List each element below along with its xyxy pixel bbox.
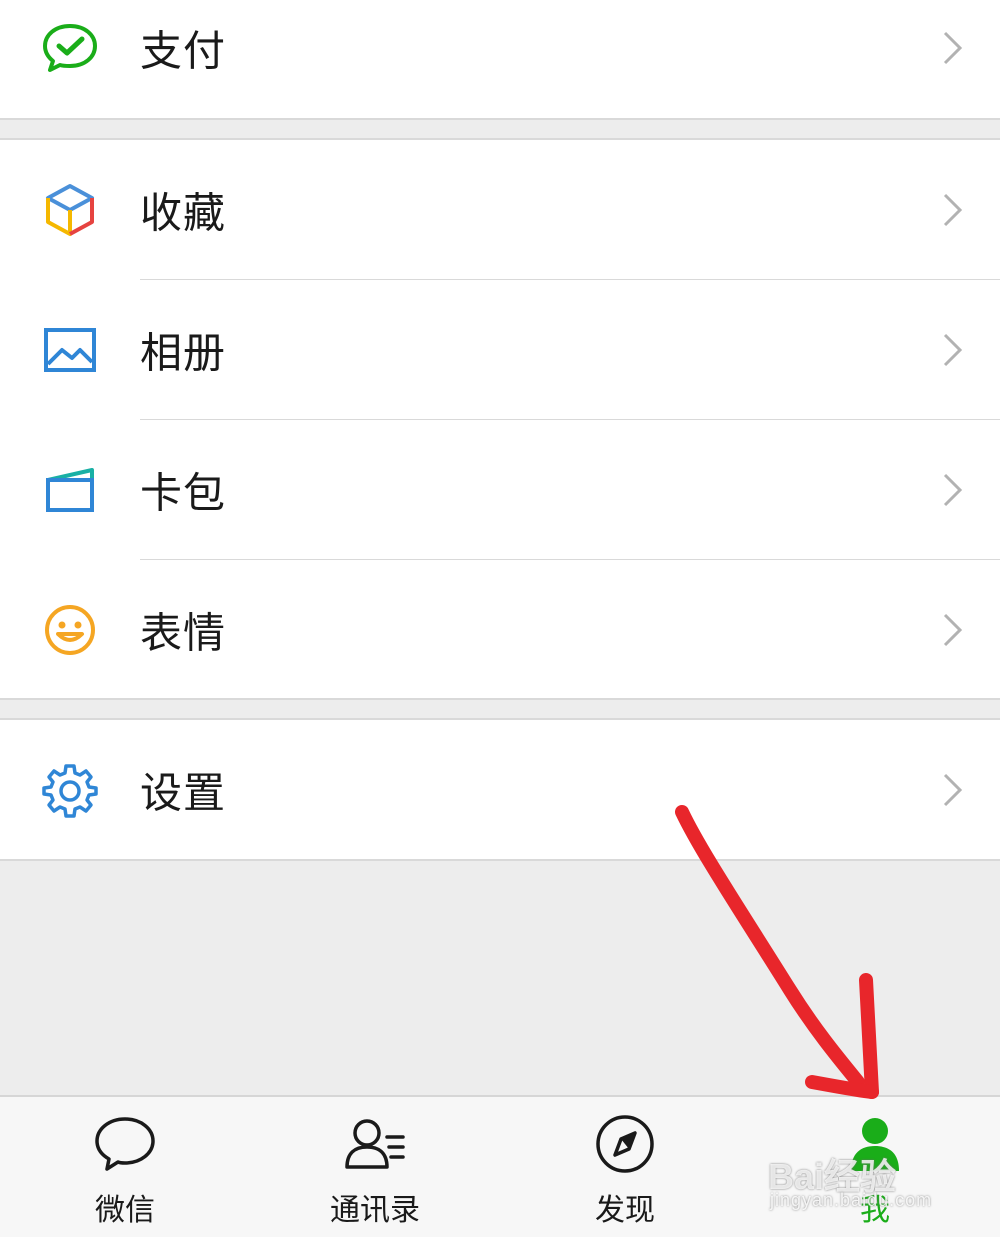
- pay-icon: [40, 18, 100, 78]
- chevron-right-icon: [942, 332, 964, 368]
- tab-label-contacts: 通讯录: [330, 1193, 420, 1228]
- menu-row-cards[interactable]: 卡包: [0, 420, 1000, 560]
- chevron-right-icon: [942, 612, 964, 648]
- section-settings: 设置: [0, 720, 1000, 860]
- smiley-icon: [40, 600, 100, 660]
- compass-icon: [593, 1113, 657, 1175]
- menu-row-album[interactable]: 相册: [0, 280, 1000, 420]
- wallet-icon: [40, 460, 100, 520]
- tab-chats[interactable]: 微信: [0, 1097, 250, 1237]
- section-divider: [0, 698, 1000, 700]
- chevron-right-icon: [942, 472, 964, 508]
- section-divider: [0, 718, 1000, 720]
- tab-discover[interactable]: 发现: [500, 1097, 750, 1237]
- gear-icon: [40, 760, 100, 820]
- section-divider: [0, 859, 1000, 861]
- menu-label-settings: 设置: [140, 768, 227, 818]
- menu-label-cards: 卡包: [140, 468, 227, 518]
- tab-label-chats: 微信: [95, 1193, 155, 1228]
- menu-row-stickers[interactable]: 表情: [0, 560, 1000, 700]
- menu-row-pay[interactable]: 支付: [0, 0, 1000, 118]
- section-collection: 收藏 相册 卡包 表情: [0, 140, 1000, 700]
- menu-row-settings[interactable]: 设置: [0, 720, 1000, 860]
- menu-row-favorites[interactable]: 收藏: [0, 140, 1000, 280]
- section-divider: [0, 118, 1000, 120]
- menu-label-favorites: 收藏: [140, 188, 227, 238]
- tab-contacts[interactable]: 通讯录: [250, 1097, 500, 1237]
- menu-label-stickers: 表情: [140, 608, 227, 658]
- chevron-right-icon: [942, 30, 964, 66]
- chevron-right-icon: [942, 192, 964, 228]
- tab-label-discover: 发现: [595, 1193, 655, 1228]
- menu-label-album: 相册: [140, 328, 227, 378]
- chevron-right-icon: [942, 772, 964, 808]
- menu-label-pay: 支付: [140, 26, 227, 76]
- album-icon: [40, 320, 100, 380]
- cube-icon: [40, 180, 100, 240]
- section-pay: 支付: [0, 0, 1000, 118]
- section-divider: [0, 138, 1000, 140]
- contacts-icon: [343, 1113, 407, 1175]
- chat-bubble-icon: [93, 1113, 157, 1175]
- baidu-watermark-url: jingyan.baidu.com: [770, 1190, 933, 1210]
